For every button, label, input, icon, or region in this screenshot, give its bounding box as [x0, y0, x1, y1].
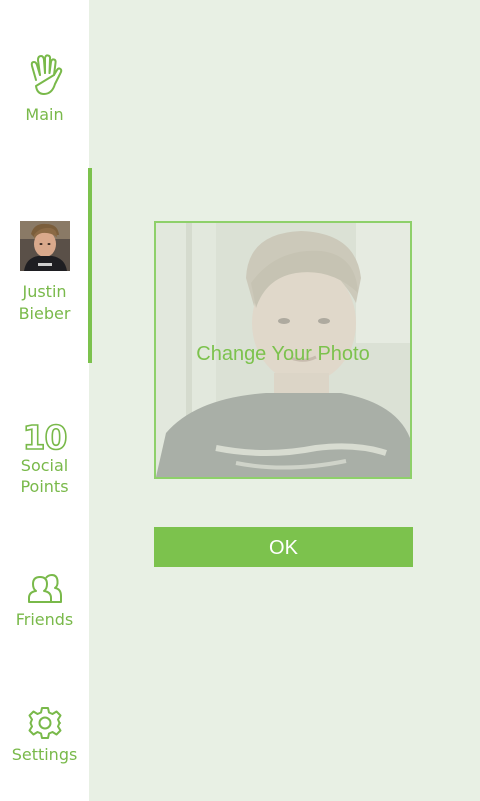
hand-icon	[0, 54, 89, 96]
nav-item-settings[interactable]: Settings	[0, 706, 89, 765]
nav-label-profile-last: Bieber	[18, 304, 71, 323]
change-photo-label: Change Your Photo	[196, 343, 370, 365]
friends-icon	[0, 574, 89, 604]
nav-label-points-second: Points	[20, 477, 69, 496]
nav-label-friends: Friends	[15, 610, 74, 629]
change-photo-button[interactable]: Change Your Photo	[154, 221, 412, 479]
points-value: 10	[22, 418, 69, 457]
avatar	[19, 221, 70, 271]
nav-item-profile[interactable]: Justin Bieber	[0, 221, 89, 324]
nav-label-main: Main	[25, 105, 64, 124]
nav-item-social-points[interactable]: 10 Social Points	[0, 418, 89, 497]
gear-icon	[0, 706, 89, 740]
nav-label-profile-first: Justin	[22, 282, 67, 301]
nav-item-main[interactable]: Main	[0, 54, 89, 125]
sidebar: Main Justin Bieber 10 Social Points Frie…	[0, 0, 89, 801]
nav-label-points-first: Social	[20, 456, 69, 475]
nav-item-friends[interactable]: Friends	[0, 574, 89, 630]
nav-label-settings: Settings	[11, 745, 78, 764]
ok-button[interactable]: OK	[154, 527, 413, 567]
